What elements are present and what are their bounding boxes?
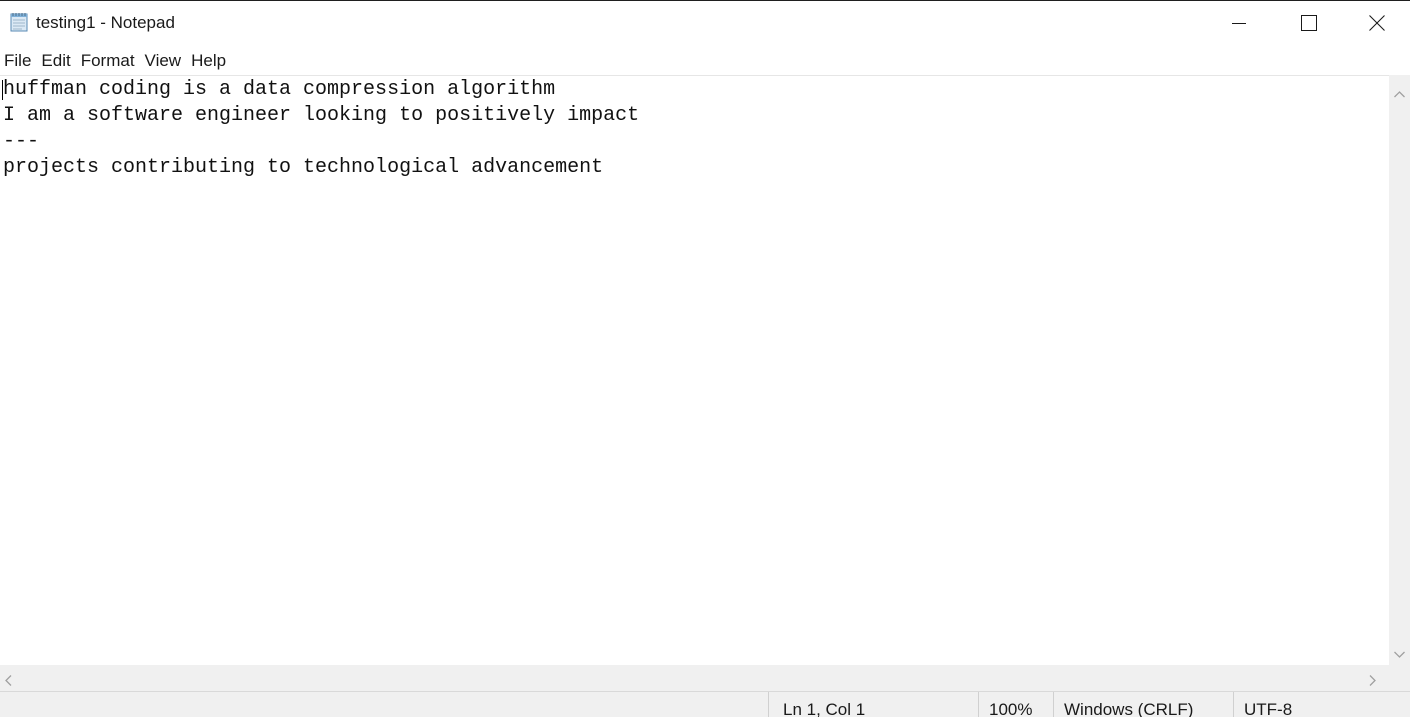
editor-line[interactable]: ---	[0, 129, 1389, 155]
scroll-down-icon[interactable]	[1394, 645, 1405, 663]
close-button[interactable]	[1344, 1, 1410, 45]
notepad-icon[interactable]	[8, 11, 30, 33]
window-title: testing1 - Notepad	[36, 13, 175, 32]
title-bar[interactable]: testing1 - Notepad	[0, 1, 1410, 45]
close-icon	[1369, 15, 1385, 31]
menu-format[interactable]: Format	[77, 45, 141, 75]
menu-file[interactable]: File	[0, 45, 37, 75]
menu-bar: File Edit Format View Help	[0, 45, 1410, 75]
status-bar: Ln 1, Col 1 100% Windows (CRLF) UTF-8	[0, 691, 1410, 717]
maximize-icon	[1301, 15, 1317, 31]
encoding: UTF-8	[1233, 692, 1410, 717]
scroll-up-icon[interactable]	[1394, 85, 1405, 103]
scroll-left-icon[interactable]	[5, 673, 12, 691]
editor-line[interactable]: huffman coding is a data compression alg…	[0, 77, 1389, 103]
editor-line[interactable]: I am a software engineer looking to posi…	[0, 103, 1389, 129]
vertical-scrollbar[interactable]	[1389, 75, 1410, 665]
maximize-button[interactable]	[1274, 1, 1344, 45]
minimize-icon	[1231, 15, 1247, 31]
text-editor[interactable]: huffman coding is a data compression alg…	[0, 75, 1389, 665]
minimize-button[interactable]	[1204, 1, 1274, 45]
menu-help[interactable]: Help	[187, 45, 232, 75]
zoom-level: 100%	[978, 692, 1053, 717]
cursor-position: Ln 1, Col 1	[768, 692, 978, 717]
line-ending: Windows (CRLF)	[1053, 692, 1233, 717]
text-caret	[2, 80, 3, 100]
horizontal-scrollbar[interactable]	[0, 665, 1389, 691]
menu-edit[interactable]: Edit	[37, 45, 76, 75]
editor-line[interactable]: projects contributing to technological a…	[0, 155, 1389, 181]
scroll-right-icon[interactable]	[1369, 673, 1376, 691]
scrollbar-corner	[1389, 665, 1410, 691]
notepad-window: testing1 - Notepad File Edit Format View…	[0, 0, 1410, 717]
menu-view[interactable]: View	[141, 45, 188, 75]
